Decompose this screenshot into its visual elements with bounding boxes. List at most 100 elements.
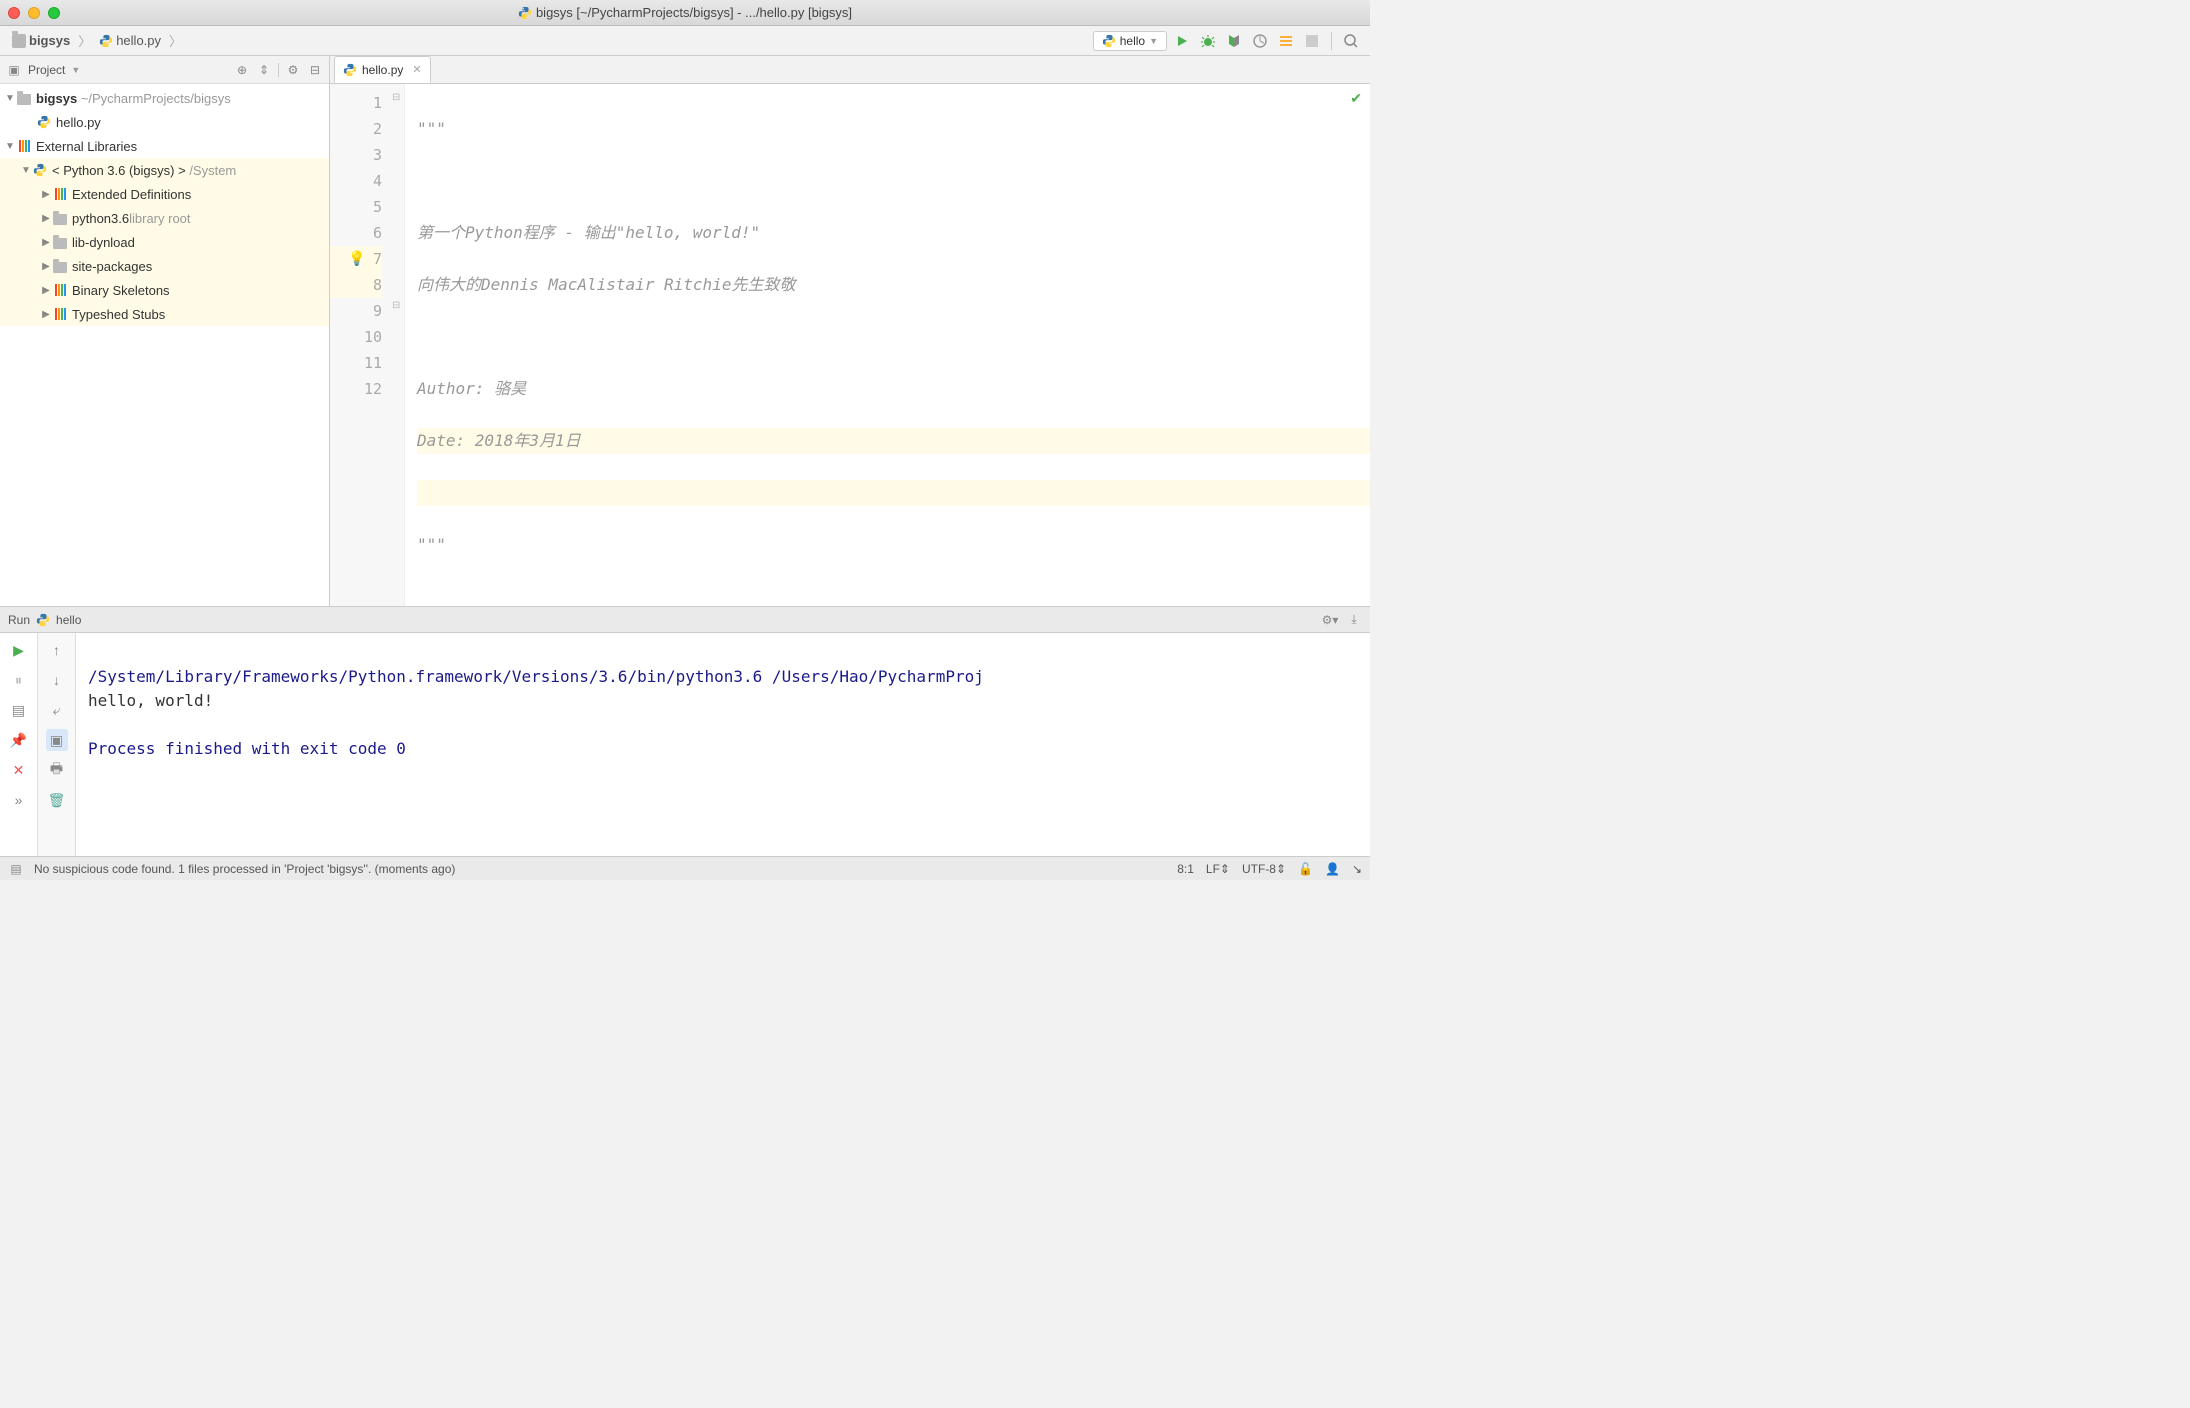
- breadcrumb: bigsys 〉 hello.py 〉: [8, 31, 184, 50]
- breadcrumb-root-label: bigsys: [29, 33, 70, 48]
- python-file-icon: [36, 613, 50, 627]
- tree-item-label: site-packages: [72, 259, 152, 274]
- project-path-label: ~/PycharmProjects/bigsys: [81, 91, 231, 106]
- gear-icon[interactable]: ⚙▾: [1322, 612, 1338, 628]
- tree-item[interactable]: ▶ Binary Skeletons: [0, 278, 329, 302]
- breadcrumb-file-label: hello.py: [116, 33, 161, 48]
- console-output[interactable]: /System/Library/Frameworks/Python.framew…: [76, 633, 1370, 856]
- gear-icon[interactable]: ⚙: [285, 62, 301, 78]
- expand-arrow-icon[interactable]: ▶: [40, 213, 52, 224]
- main-area: ▣ Project ▼ ⊕ ⇕ ⚙ ⊟ ▼ bigsys ~/PycharmPr…: [0, 56, 1370, 606]
- folder-icon: [53, 214, 67, 225]
- fold-icon[interactable]: ⊟: [392, 92, 404, 103]
- expand-arrow-icon[interactable]: ▼: [20, 165, 32, 176]
- cursor-position[interactable]: 8:1: [1177, 862, 1194, 876]
- down-arrow-icon[interactable]: ↓: [46, 669, 68, 691]
- tree-interpreter[interactable]: ▼ < Python 3.6 (bigsys) > /System: [0, 158, 329, 182]
- event-log-icon[interactable]: ▤: [8, 861, 24, 877]
- inspection-ok-icon[interactable]: ✔: [1350, 90, 1362, 107]
- expand-arrow-icon[interactable]: ▶: [40, 189, 52, 200]
- tree-item[interactable]: ▶ site-packages: [0, 254, 329, 278]
- expand-arrow-icon[interactable]: ▶: [40, 285, 52, 296]
- soft-wrap-icon[interactable]: ⤶: [46, 699, 68, 721]
- run-configuration-selector[interactable]: hello ▼: [1093, 31, 1167, 51]
- scroll-end-icon[interactable]: ▣: [46, 729, 68, 751]
- file-encoding[interactable]: UTF-8⇕: [1242, 862, 1286, 876]
- profile-button[interactable]: [1249, 30, 1271, 52]
- up-arrow-icon[interactable]: ↑: [46, 639, 68, 661]
- fold-icon[interactable]: ⊟: [392, 300, 404, 311]
- line-gutter: 123456789101112: [330, 84, 405, 606]
- folder-icon: [53, 238, 67, 249]
- tree-file[interactable]: hello.py: [0, 110, 329, 134]
- folder-icon: [12, 34, 26, 48]
- trash-icon[interactable]: 🗑: [46, 789, 68, 811]
- expand-arrow-icon[interactable]: ▼: [4, 141, 16, 152]
- expand-arrow-icon[interactable]: ▶: [40, 237, 52, 248]
- editor-tab-label: hello.py: [362, 63, 403, 77]
- concurrency-button[interactable]: [1275, 30, 1297, 52]
- collapse-all-icon[interactable]: ⇕: [256, 62, 272, 78]
- toolbar-right: hello ▼: [1093, 30, 1362, 52]
- hide-button[interactable]: ⤓: [1346, 612, 1362, 628]
- pin-icon[interactable]: 📌: [8, 729, 30, 751]
- code-area[interactable]: """ 第一个Python程序 - 输出"hello, world!" 向伟大的…: [405, 84, 1370, 606]
- expand-arrow-icon[interactable]: ▼: [4, 93, 16, 104]
- python-file-icon: [99, 34, 113, 48]
- inspector-icon[interactable]: 👤: [1325, 862, 1340, 876]
- debug-button[interactable]: [1197, 30, 1219, 52]
- tree-item[interactable]: ▶lib-dynload: [0, 230, 329, 254]
- expand-arrow-icon[interactable]: ▶: [40, 261, 52, 272]
- tree-external-libraries[interactable]: ▼ External Libraries: [0, 134, 329, 158]
- navigation-bar: bigsys 〉 hello.py 〉 hello ▼: [0, 26, 1370, 56]
- hide-button[interactable]: ⊟: [307, 62, 323, 78]
- line-separator[interactable]: LF⇕: [1206, 862, 1230, 876]
- interpreter-path-label: /System: [189, 163, 236, 178]
- project-tool-window: ▣ Project ▼ ⊕ ⇕ ⚙ ⊟ ▼ bigsys ~/PycharmPr…: [0, 56, 330, 606]
- tree-item[interactable]: ▶Typeshed Stubs: [0, 302, 329, 326]
- tree-item[interactable]: ▶python3.6 library root: [0, 206, 329, 230]
- tree-item-label: Extended Definitions: [72, 187, 191, 202]
- tree-item[interactable]: ▶ Extended Definitions: [0, 182, 329, 206]
- run-sidebar-secondary: ↑ ↓ ⤶ ▣ 🖶 🗑: [38, 633, 76, 856]
- print-icon[interactable]: 🖶: [46, 759, 68, 781]
- chevron-down-icon[interactable]: ▼: [71, 65, 80, 75]
- expand-arrow-icon[interactable]: ▶: [40, 309, 52, 320]
- layout-button[interactable]: ▤: [8, 699, 30, 721]
- stop-button[interactable]: [1301, 30, 1323, 52]
- project-tree[interactable]: ▼ bigsys ~/PycharmProjects/bigsys hello.…: [0, 84, 329, 606]
- stop-button[interactable]: ⏸: [8, 669, 30, 691]
- separator: [1331, 32, 1332, 50]
- run-button[interactable]: [1171, 30, 1193, 52]
- editor-area: hello.py ✕ 123456789101112 ⊟ ⊟ 💡 """ 第一个…: [330, 56, 1370, 606]
- run-config-label: hello: [1120, 34, 1145, 48]
- project-view-icon[interactable]: ▣: [6, 62, 22, 78]
- console-exit: Process finished with exit code 0: [88, 739, 406, 758]
- tree-root[interactable]: ▼ bigsys ~/PycharmProjects/bigsys: [0, 86, 329, 110]
- library-icon: [55, 308, 66, 320]
- rerun-button[interactable]: ▶: [8, 639, 30, 661]
- run-sidebar-primary: ▶ ⏸ ▤ 📌 ✕ »: [0, 633, 38, 856]
- chevron-right-icon: 〉: [169, 31, 182, 50]
- breadcrumb-project[interactable]: bigsys: [8, 31, 74, 50]
- more-icon[interactable]: »: [8, 789, 30, 811]
- folder-icon: [17, 94, 31, 105]
- run-tool-window: Run hello ⚙▾ ⤓ ▶ ⏸ ▤ 📌 ✕ » ↑ ↓ ⤶ ▣ 🖶 🗑 /…: [0, 606, 1370, 856]
- editor-tab-hello[interactable]: hello.py ✕: [334, 56, 431, 83]
- python-file-icon: [36, 114, 52, 130]
- close-button[interactable]: ✕: [8, 759, 30, 781]
- lock-icon[interactable]: 🔓: [1298, 862, 1313, 876]
- scroll-from-source-icon[interactable]: ⊕: [234, 62, 250, 78]
- search-everywhere-button[interactable]: [1340, 30, 1362, 52]
- intention-bulb-icon[interactable]: 💡: [348, 250, 365, 267]
- project-panel-header: ▣ Project ▼ ⊕ ⇕ ⚙ ⊟: [0, 56, 329, 84]
- run-panel-header: Run hello ⚙▾ ⤓: [0, 607, 1370, 633]
- coverage-button[interactable]: [1223, 30, 1245, 52]
- tree-item-label: Binary Skeletons: [72, 283, 170, 298]
- close-tab-icon[interactable]: ✕: [412, 63, 421, 76]
- breadcrumb-file[interactable]: hello.py: [95, 31, 165, 50]
- python-file-icon: [343, 63, 357, 77]
- python-icon: [32, 162, 48, 178]
- goto-icon[interactable]: ↘: [1352, 862, 1362, 876]
- editor-body[interactable]: 123456789101112 ⊟ ⊟ 💡 """ 第一个Python程序 - …: [330, 84, 1370, 606]
